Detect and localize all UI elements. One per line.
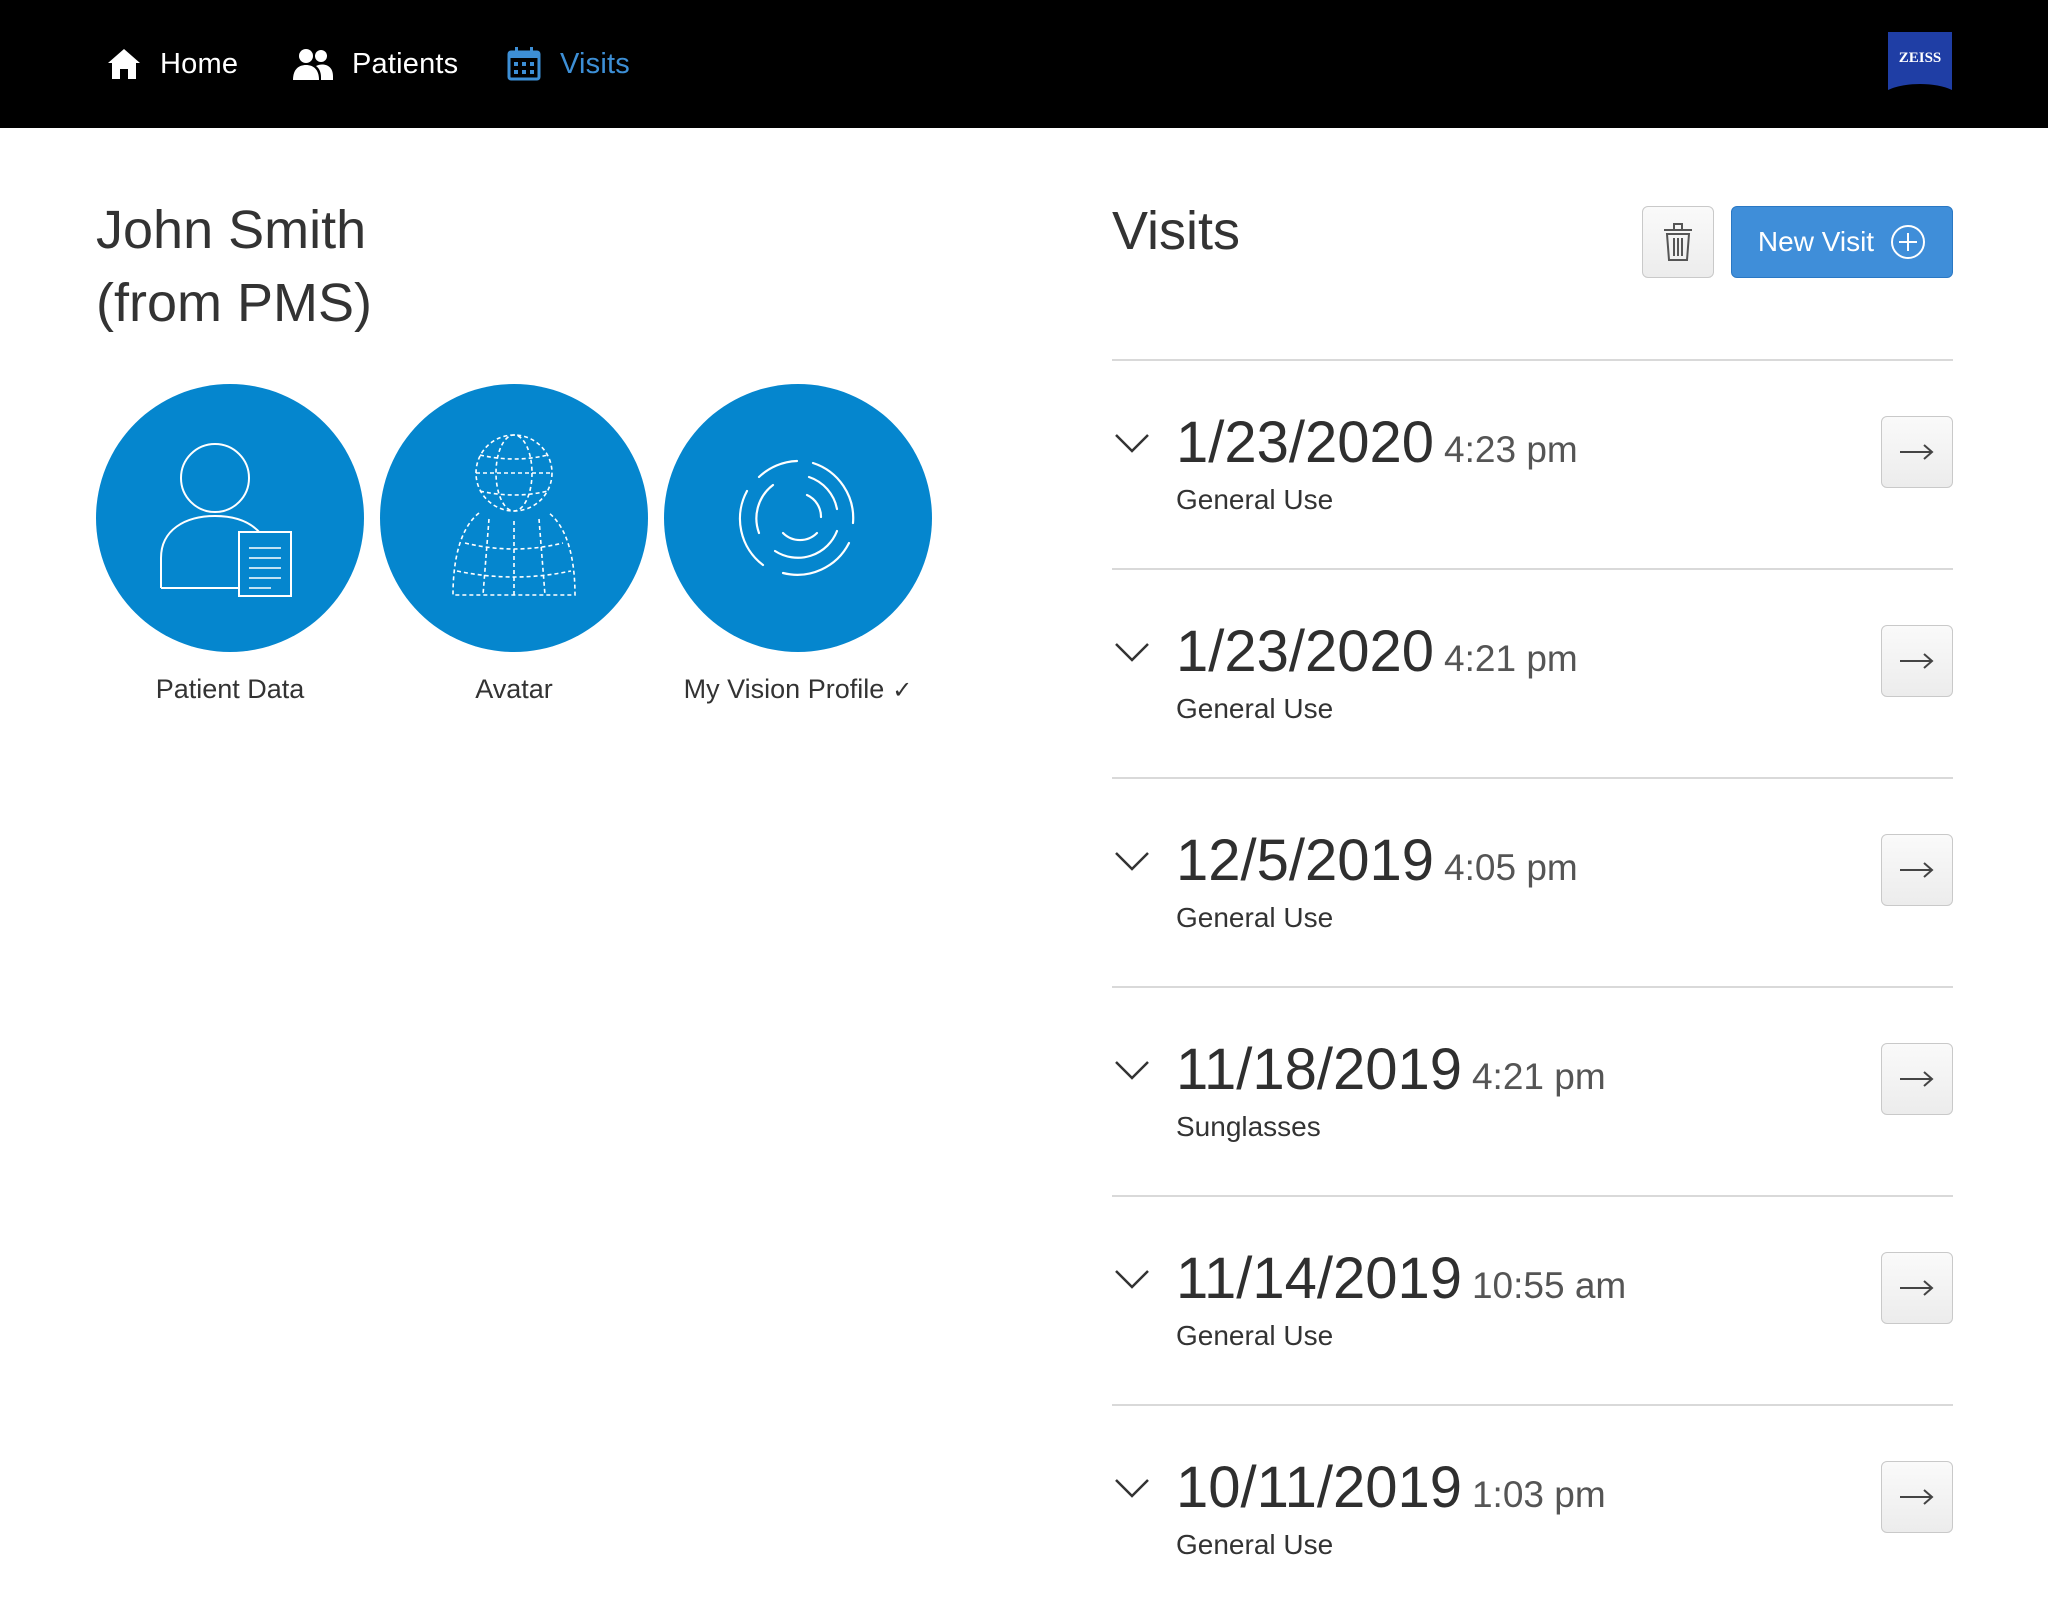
open-visit-button[interactable]	[1881, 1043, 1953, 1115]
visit-datetime: 1/23/2020 4:23 pm	[1176, 409, 1578, 476]
visit-row[interactable]: 1/23/2020 4:23 pm General Use	[1112, 359, 1953, 568]
visit-type: General Use	[1176, 902, 1334, 933]
checkmark-icon: ✓	[892, 677, 913, 704]
patient-data-tile[interactable]: Patient Data	[96, 384, 364, 705]
arrow-right-icon	[1900, 1489, 1934, 1505]
arrow-right-icon	[1900, 444, 1934, 460]
arrow-right-icon	[1900, 862, 1934, 878]
avatar-label: Avatar	[475, 674, 553, 704]
visit-row[interactable]: 10/11/2019 1:03 pm General Use	[1112, 1404, 1953, 1613]
vision-profile-icon	[738, 459, 855, 576]
visit-time: 4:21 pm	[1471, 1056, 1606, 1097]
patient-data-circle	[96, 384, 364, 652]
arrow-right-icon	[1900, 653, 1934, 669]
visit-time: 4:23 pm	[1444, 429, 1578, 470]
nav-home-label: Home	[160, 47, 239, 80]
new-visit-button[interactable]: New Visit	[1731, 206, 1953, 278]
patient-data-label: Patient Data	[155, 674, 305, 704]
delete-button[interactable]	[1642, 206, 1714, 278]
vision-profile-circle	[664, 384, 932, 652]
chevron-down-icon[interactable]	[1114, 640, 1150, 664]
nav-visits-label: Visits	[560, 47, 630, 80]
chevron-down-icon[interactable]	[1114, 431, 1150, 455]
patient-name-line1: John Smith	[96, 200, 367, 260]
avatar-icon	[452, 434, 576, 596]
new-visit-label: New Visit	[1757, 226, 1875, 257]
visit-datetime: 1/23/2020 4:21 pm	[1176, 618, 1578, 685]
svg-text:ZEISS: ZEISS	[1899, 50, 1942, 66]
visit-type: General Use	[1176, 693, 1334, 724]
open-visit-button[interactable]	[1881, 1252, 1953, 1324]
plus-circle-icon	[1891, 225, 1926, 259]
chevron-down-icon[interactable]	[1114, 849, 1150, 873]
visit-date: 10/11/2019	[1176, 1455, 1462, 1520]
visit-time: 4:21 pm	[1444, 638, 1578, 679]
home-icon	[108, 49, 140, 79]
visit-list: 1/23/2020 4:23 pm General Use 1/23/2020 4:…	[1112, 359, 1953, 1613]
visit-row[interactable]: 1/23/2020 4:21 pm General Use	[1112, 568, 1953, 777]
nav-home[interactable]: Home	[106, 40, 238, 88]
visit-datetime: 10/11/2019 1:03 pm	[1176, 1454, 1606, 1521]
arrow-right-icon	[1900, 1071, 1934, 1087]
nav-patients-label: Patients	[352, 47, 459, 80]
visit-datetime: 12/5/2019 4:05 pm	[1176, 827, 1578, 894]
visits-title: Visits	[1112, 201, 1241, 261]
visit-row[interactable]: 11/14/2019 10:55 am General Use	[1112, 1195, 1953, 1404]
visit-type: General Use	[1176, 484, 1334, 515]
zeiss-logo: ZEISS	[1888, 32, 1952, 96]
visit-time: 1:03 pm	[1471, 1474, 1606, 1515]
patient-name: John Smith (from PMS)	[96, 194, 796, 340]
chevron-down-icon[interactable]	[1114, 1476, 1150, 1500]
visit-type: General Use	[1176, 1529, 1334, 1560]
visit-type: General Use	[1176, 1320, 1334, 1351]
calendar-icon	[507, 47, 541, 81]
open-visit-button[interactable]	[1881, 834, 1953, 906]
visit-datetime: 11/14/2019 10:55 am	[1176, 1245, 1626, 1312]
vision-profile-tile[interactable]: My Vision Profile ✓	[664, 384, 932, 705]
top-navigation-bar: Home Patients Visits ZEISS	[0, 0, 2048, 128]
visit-date: 11/14/2019	[1176, 1246, 1462, 1311]
open-visit-button[interactable]	[1881, 1461, 1953, 1533]
trash-icon	[1664, 223, 1692, 261]
nav-visits[interactable]: Visits	[506, 40, 630, 88]
open-visit-button[interactable]	[1881, 416, 1953, 488]
visit-time: 4:05 pm	[1444, 847, 1578, 888]
visit-date: 11/18/2019	[1176, 1037, 1462, 1102]
patient-name-line2: (from PMS)	[96, 273, 372, 333]
nav-patients[interactable]: Patients	[292, 40, 458, 88]
visit-time: 10:55 am	[1471, 1265, 1627, 1306]
arrow-right-icon	[1900, 1280, 1934, 1296]
visit-row[interactable]: 12/5/2019 4:05 pm General Use	[1112, 777, 1953, 986]
visit-type: Sunglasses	[1176, 1111, 1321, 1142]
patient-data-icon	[160, 443, 292, 597]
visit-date: 1/23/2020	[1176, 619, 1435, 684]
chevron-down-icon[interactable]	[1114, 1267, 1150, 1291]
vision-profile-label: My Vision Profile ✓	[664, 674, 932, 705]
people-icon	[293, 49, 333, 80]
avatar-circle	[380, 384, 648, 652]
visit-date: 1/23/2020	[1176, 410, 1435, 475]
visit-date: 12/5/2019	[1176, 828, 1435, 893]
avatar-tile[interactable]: Avatar	[380, 384, 648, 705]
vision-profile-label-text: My Vision Profile	[683, 674, 885, 704]
visit-row[interactable]: 11/18/2019 4:21 pm Sunglasses	[1112, 986, 1953, 1195]
chevron-down-icon[interactable]	[1114, 1058, 1150, 1082]
open-visit-button[interactable]	[1881, 625, 1953, 697]
visit-datetime: 11/18/2019 4:21 pm	[1176, 1036, 1606, 1103]
